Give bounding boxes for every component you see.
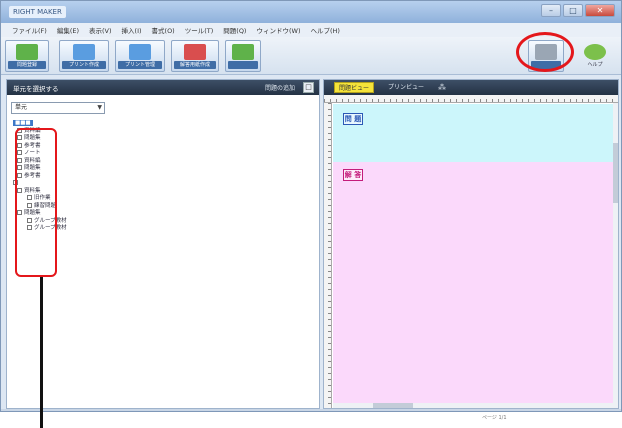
menu-insert[interactable]: 挿入(I) [117,25,147,35]
maximize-button[interactable]: □ [563,4,583,17]
answer-sheet-icon [184,44,206,60]
close-button[interactable]: ✕ [585,4,615,17]
tab-print-view[interactable]: プリンビュー [384,82,428,93]
menu-format[interactable]: 書式(O) [147,25,180,35]
menu-question[interactable]: 問題(Q) [218,25,251,35]
window-controls: – □ ✕ [541,4,615,17]
window-title: RIGHT MAKER [9,6,66,18]
minimize-button[interactable]: – [541,4,561,17]
menu-edit[interactable]: 編集(E) [52,25,84,35]
menu-file[interactable]: ファイル(F) [7,25,52,35]
scroll-thumb[interactable] [373,403,413,408]
create-print-icon [73,44,95,60]
panel-toggle-button[interactable]: □ [303,82,314,93]
menu-window[interactable]: ウィンドウ(W) [251,25,305,35]
menu-view[interactable]: 表示(V) [84,25,117,35]
manage-print-icon [129,44,151,60]
menu-help[interactable]: ヘルプ(H) [305,25,344,35]
register-question-button[interactable]: 問題登録 [5,40,49,72]
answer-label: 解 答 [343,169,363,181]
unit-select-value: 単元 [15,104,28,111]
answer-area[interactable]: 解 答 [333,162,617,408]
register-icon [16,44,38,60]
menu-tools[interactable]: ツール(T) [180,25,219,35]
unit-panel-header: 単元を選択する 問題の追加 □ [7,80,319,95]
document-icon [232,44,254,60]
unit-panel-title: 単元を選択する [13,85,59,93]
tab-question-view[interactable]: 問題ビュー [334,82,375,93]
vertical-scrollbar[interactable] [613,103,618,408]
scroll-thumb[interactable] [613,143,618,203]
question-area[interactable]: 問 題 [333,104,617,162]
view-tabs: 問題ビュー プリンビュー ⁂ [324,80,618,95]
status-text: ページ 1/1 [482,415,507,421]
grid-icon[interactable]: ⁂ [438,83,446,92]
help-button[interactable]: ヘルプ [576,40,614,72]
chevron-down-icon: ▼ [97,104,102,111]
horizontal-ruler [324,95,618,103]
red-highlight-circle [516,32,574,72]
add-question-link[interactable]: 問題の追加 [265,83,295,92]
answer-sheet-button[interactable]: 解答用紙作成 [171,40,219,72]
horizontal-scrollbar[interactable] [333,403,617,408]
question-view-panel: 問題ビュー プリンビュー ⁂ 問 題 解 答 [323,79,619,409]
vertical-ruler [324,103,332,408]
toolbar-button-5[interactable] [225,40,261,72]
manage-print-button[interactable]: プリント管理 [115,40,165,72]
tree-node[interactable]: ■■■ [11,120,211,128]
title-bar: RIGHT MAKER – □ ✕ [1,1,621,23]
red-highlight-box [15,128,57,277]
help-icon [584,44,606,60]
question-label: 問 題 [343,113,363,125]
callout-line [40,277,43,428]
status-bar [1,409,621,411]
unit-select[interactable]: 単元 ▼ [11,102,105,114]
create-print-button[interactable]: プリント作成 [59,40,109,72]
